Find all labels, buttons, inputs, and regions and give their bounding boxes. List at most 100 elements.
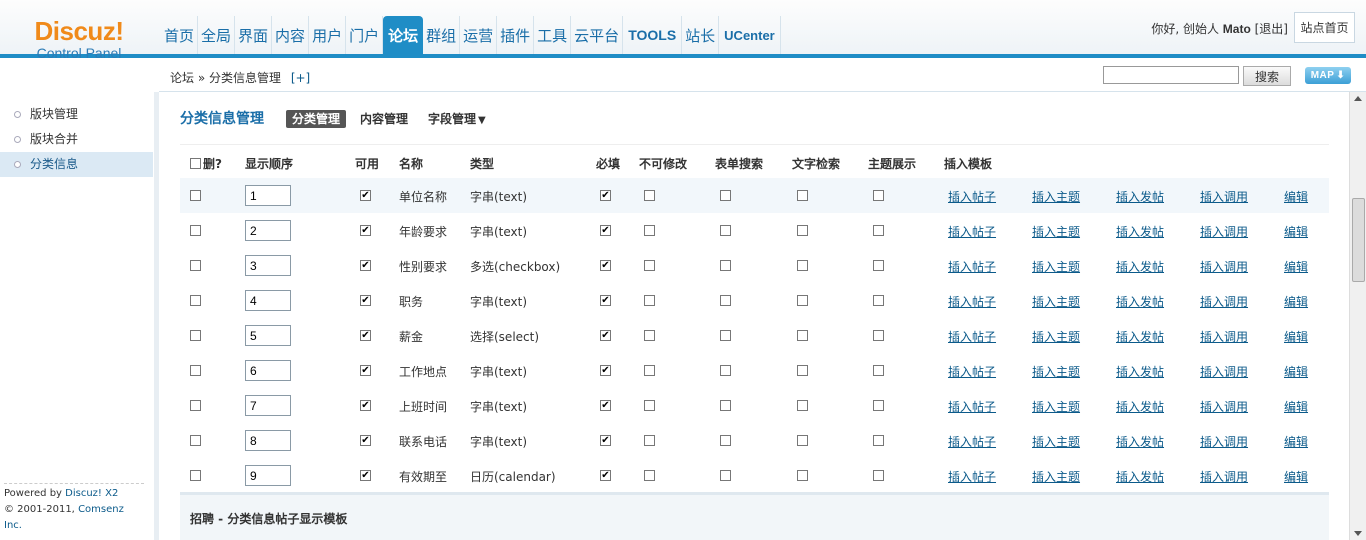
order-input[interactable]: 2 [245, 220, 291, 241]
insert-post-link[interactable]: 插入帖子 [948, 293, 996, 310]
page-scrollbar[interactable] [1349, 92, 1366, 540]
text-search-checkbox[interactable] [797, 400, 808, 411]
insert-thread-link[interactable]: 插入主题 [1032, 188, 1080, 205]
form-search-checkbox[interactable] [720, 295, 731, 306]
insert-post-link[interactable]: 插入帖子 [948, 363, 996, 380]
insert-thread-link[interactable]: 插入主题 [1032, 293, 1080, 310]
insert-call-link[interactable]: 插入调用 [1200, 363, 1248, 380]
nav-home[interactable]: 首页 [161, 16, 199, 54]
enabled-checkbox[interactable]: ✔ [360, 190, 371, 201]
nav-ucenter[interactable]: UCenter [719, 16, 781, 54]
subject-show-checkbox[interactable] [873, 435, 884, 446]
nav-cloud[interactable]: 云平台 [571, 16, 624, 54]
unchangeable-checkbox[interactable] [644, 295, 655, 306]
delete-checkbox[interactable] [190, 435, 201, 446]
text-search-checkbox[interactable] [797, 225, 808, 236]
form-search-checkbox[interactable] [720, 330, 731, 341]
insert-newpost-link[interactable]: 插入发帖 [1116, 188, 1164, 205]
subject-show-checkbox[interactable] [873, 260, 884, 271]
required-checkbox[interactable]: ✔ [600, 190, 611, 201]
delete-checkbox[interactable] [190, 190, 201, 201]
unchangeable-checkbox[interactable] [644, 225, 655, 236]
insert-newpost-link[interactable]: 插入发帖 [1116, 468, 1164, 485]
logout-link[interactable]: [退出] [1255, 22, 1288, 36]
insert-call-link[interactable]: 插入调用 [1200, 188, 1248, 205]
insert-post-link[interactable]: 插入帖子 [948, 398, 996, 415]
insert-thread-link[interactable]: 插入主题 [1032, 468, 1080, 485]
map-button[interactable]: MAP ⬇ [1305, 67, 1351, 84]
insert-call-link[interactable]: 插入调用 [1200, 398, 1248, 415]
insert-thread-link[interactable]: 插入主题 [1032, 398, 1080, 415]
form-search-checkbox[interactable] [720, 400, 731, 411]
scroll-down-icon[interactable] [1354, 531, 1362, 536]
unchangeable-checkbox[interactable] [644, 330, 655, 341]
sidebar-item-1[interactable]: 版块管理 [0, 102, 154, 127]
edit-link[interactable]: 编辑 [1284, 223, 1308, 240]
sidebar-item-3[interactable]: 分类信息 [0, 152, 153, 177]
nav-groups[interactable]: 群组 [423, 16, 461, 54]
text-search-checkbox[interactable] [797, 260, 808, 271]
order-input[interactable]: 1 [245, 185, 291, 206]
enabled-checkbox[interactable]: ✔ [360, 435, 371, 446]
scroll-up-icon[interactable] [1354, 96, 1362, 101]
subject-show-checkbox[interactable] [873, 225, 884, 236]
order-input[interactable]: 7 [245, 395, 291, 416]
required-checkbox[interactable]: ✔ [600, 225, 611, 236]
form-search-checkbox[interactable] [720, 190, 731, 201]
edit-link[interactable]: 编辑 [1284, 363, 1308, 380]
order-input[interactable]: 6 [245, 360, 291, 381]
insert-call-link[interactable]: 插入调用 [1200, 468, 1248, 485]
unchangeable-checkbox[interactable] [644, 400, 655, 411]
order-input[interactable]: 3 [245, 255, 291, 276]
nav-plugins[interactable]: 插件 [497, 16, 535, 54]
insert-newpost-link[interactable]: 插入发帖 [1116, 363, 1164, 380]
tab-2[interactable]: 内容管理 [354, 110, 414, 128]
unchangeable-checkbox[interactable] [644, 365, 655, 376]
enabled-checkbox[interactable]: ✔ [360, 260, 371, 271]
product-link[interactable]: Discuz! X2 [65, 488, 118, 499]
required-checkbox[interactable]: ✔ [600, 400, 611, 411]
unchangeable-checkbox[interactable] [644, 190, 655, 201]
delete-checkbox[interactable] [190, 400, 201, 411]
edit-link[interactable]: 编辑 [1284, 293, 1308, 310]
unchangeable-checkbox[interactable] [644, 470, 655, 481]
nav-tools-latin[interactable]: TOOLS [623, 16, 683, 54]
enabled-checkbox[interactable]: ✔ [360, 365, 371, 376]
order-input[interactable]: 8 [245, 430, 291, 451]
required-checkbox[interactable]: ✔ [600, 435, 611, 446]
text-search-checkbox[interactable] [797, 435, 808, 446]
delete-checkbox[interactable] [190, 260, 201, 271]
edit-link[interactable]: 编辑 [1284, 433, 1308, 450]
insert-post-link[interactable]: 插入帖子 [948, 258, 996, 275]
sidebar-item-2[interactable]: 版块合并 [0, 127, 154, 152]
nav-global[interactable]: 全局 [198, 16, 236, 54]
insert-call-link[interactable]: 插入调用 [1200, 223, 1248, 240]
delete-checkbox[interactable] [190, 295, 201, 306]
delete-checkbox[interactable] [190, 225, 201, 236]
enabled-checkbox[interactable]: ✔ [360, 330, 371, 341]
form-search-checkbox[interactable] [720, 365, 731, 376]
text-search-checkbox[interactable] [797, 190, 808, 201]
insert-newpost-link[interactable]: 插入发帖 [1116, 433, 1164, 450]
search-input[interactable] [1103, 66, 1239, 84]
insert-newpost-link[interactable]: 插入发帖 [1116, 328, 1164, 345]
order-input[interactable]: 5 [245, 325, 291, 346]
insert-newpost-link[interactable]: 插入发帖 [1116, 293, 1164, 310]
subject-show-checkbox[interactable] [873, 190, 884, 201]
required-checkbox[interactable]: ✔ [600, 295, 611, 306]
edit-link[interactable]: 编辑 [1284, 398, 1308, 415]
insert-newpost-link[interactable]: 插入发帖 [1116, 398, 1164, 415]
search-button[interactable]: 搜索 [1243, 66, 1291, 86]
delete-checkbox[interactable] [190, 330, 201, 341]
text-search-checkbox[interactable] [797, 470, 808, 481]
enabled-checkbox[interactable]: ✔ [360, 400, 371, 411]
scroll-thumb[interactable] [1352, 198, 1365, 282]
form-search-checkbox[interactable] [720, 435, 731, 446]
insert-thread-link[interactable]: 插入主题 [1032, 328, 1080, 345]
form-search-checkbox[interactable] [720, 260, 731, 271]
unchangeable-checkbox[interactable] [644, 435, 655, 446]
insert-call-link[interactable]: 插入调用 [1200, 258, 1248, 275]
insert-call-link[interactable]: 插入调用 [1200, 433, 1248, 450]
insert-newpost-link[interactable]: 插入发帖 [1116, 258, 1164, 275]
form-search-checkbox[interactable] [720, 225, 731, 236]
